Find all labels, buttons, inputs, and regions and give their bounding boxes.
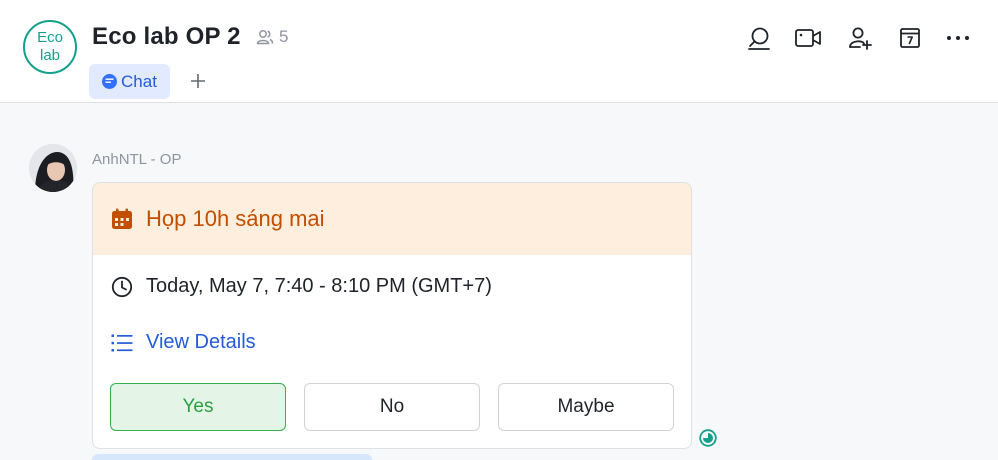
group-title[interactable]: Eco lab OP 2 [92,23,241,51]
member-count[interactable]: 5 [256,27,288,47]
list-icon [111,334,133,351]
event-card-header: Họp 10h sáng mai [93,183,691,255]
video-call-icon [795,29,821,47]
clock-icon [111,276,133,297]
member-count-value: 5 [279,27,289,46]
rsvp-no-button[interactable]: No [304,383,480,431]
calendar-event-icon [112,208,132,229]
view-details-link[interactable]: View Details [111,331,256,354]
members-icon [256,30,274,45]
rsvp-yes-button[interactable]: Yes [110,383,286,431]
read-status-icon[interactable] [699,429,717,447]
add-tab-button[interactable] [186,69,210,93]
more-icon [947,36,969,40]
add-member-button[interactable] [846,24,874,52]
calendar-icon [900,28,920,48]
avatar-text-line1: Eco [37,29,63,46]
calendar-button[interactable] [896,24,924,52]
event-time-row: Today, May 7, 7:40 - 8:10 PM (GMT+7) [111,275,492,298]
calendar-event-card[interactable]: Họp 10h sáng mai Today, May 7, 7:40 - 8:… [92,182,692,449]
sender-name: AnhNTL - OP [92,151,182,168]
event-title: Họp 10h sáng mai [146,206,325,231]
view-details-label: View Details [146,331,256,353]
sender-photo [29,144,77,192]
tab-chat[interactable]: Chat [89,64,170,99]
rsvp-maybe-button[interactable]: Maybe [498,383,674,431]
add-member-icon [849,27,872,50]
chat-header: Eco lab Eco lab OP 2 5 Chat [0,0,998,103]
search-button[interactable] [745,24,773,52]
group-avatar[interactable]: Eco lab [23,20,77,74]
event-time: Today, May 7, 7:40 - 8:10 PM (GMT+7) [146,275,492,297]
next-message-bubble [92,454,372,460]
plus-icon [191,74,205,88]
tab-chat-label: Chat [121,71,157,91]
avatar-text-line2: lab [39,47,61,64]
search-icon [748,27,770,50]
chat-icon [102,74,118,89]
sender-avatar[interactable] [29,144,77,192]
video-call-button[interactable] [794,24,822,52]
more-button[interactable] [944,24,972,52]
